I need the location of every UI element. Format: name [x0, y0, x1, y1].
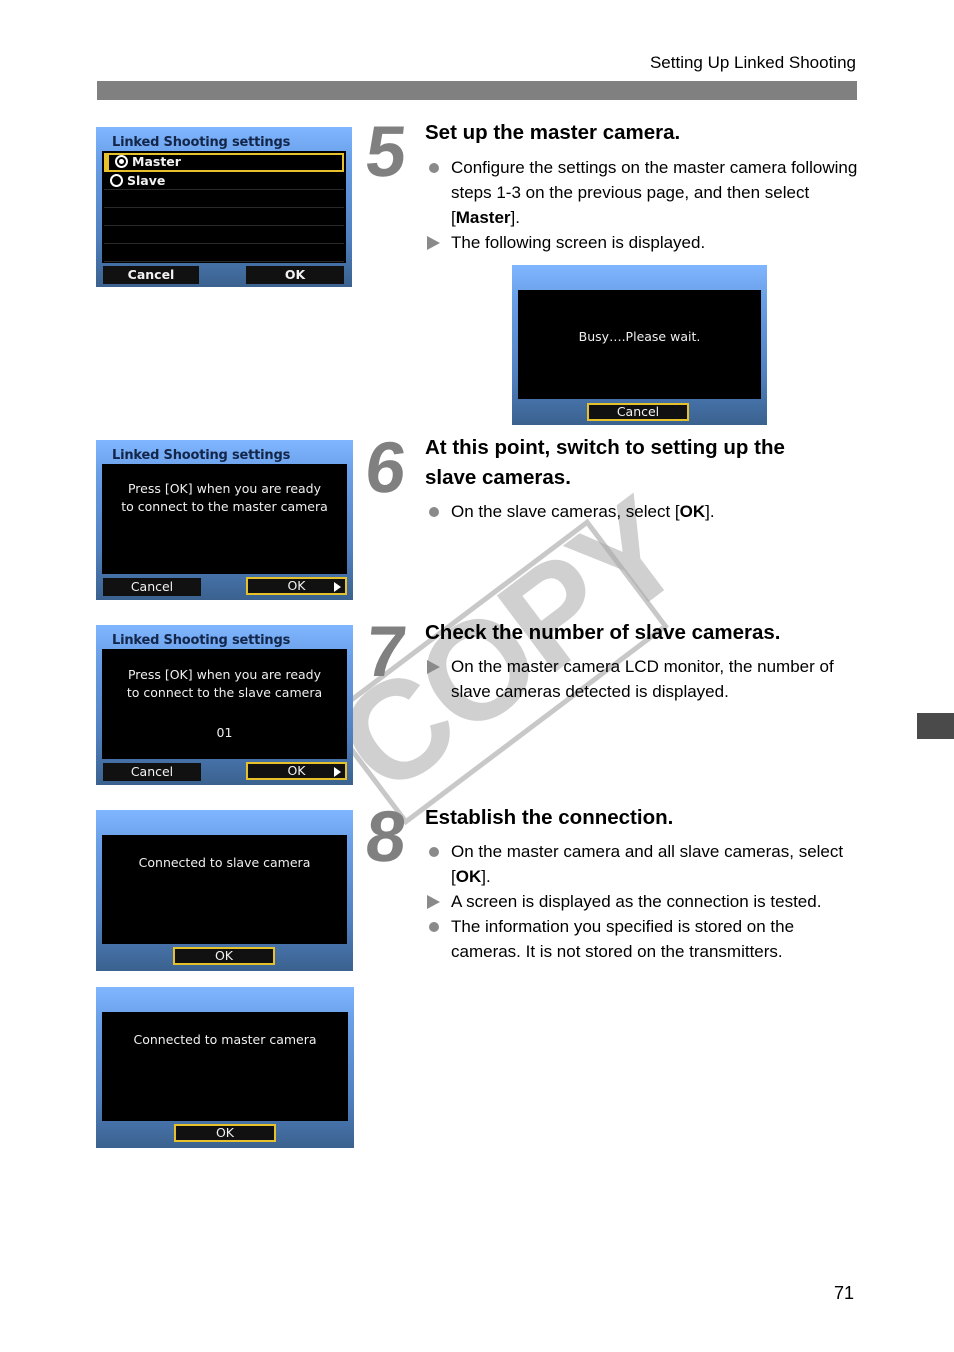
screen-connected-master: Connected to master camera OK [96, 987, 354, 1148]
screen-title: Linked Shooting settings [112, 135, 291, 150]
page-number: 71 [834, 1283, 855, 1303]
message-line-2: to connect to the master camera [121, 499, 328, 514]
bullet-icon [429, 922, 439, 932]
bullet-icon [429, 507, 439, 517]
option-label: Master [132, 154, 181, 169]
result-arrow-icon [427, 895, 440, 909]
ok-label: OK [287, 763, 306, 778]
cancel-button[interactable]: Cancel [103, 266, 199, 284]
step-title: At this point, switch to setting up the … [425, 436, 785, 489]
message-panel: Connected to master camera [102, 1012, 348, 1121]
message-panel: Press [OK] when you are ready to connect… [102, 464, 347, 574]
empty-row [104, 226, 344, 244]
step-result: The following screen is displayed. [427, 230, 861, 255]
message-panel: Busy….Please wait. [518, 290, 761, 399]
ok-label: OK [287, 578, 306, 593]
screen-title: Linked Shooting settings [112, 448, 291, 463]
cancel-button[interactable]: Cancel [103, 763, 201, 781]
screen-ready-slave: Linked Shooting settings Press [OK] when… [96, 625, 353, 785]
message-line-1: Press [OK] when you are ready [127, 667, 322, 682]
screen-connected-slave: Connected to slave camera OK [96, 810, 353, 971]
empty-row [104, 208, 344, 226]
ok-button[interactable]: OK [174, 1124, 276, 1142]
step-title: Check the number of slave cameras. [425, 621, 781, 644]
step-number-5: 5 [361, 112, 408, 192]
header-bar [97, 81, 857, 100]
step-title: Establish the connection. [425, 806, 674, 829]
message-panel: Connected to slave camera [102, 835, 347, 944]
step-result: On the master camera LCD monitor, the nu… [427, 654, 861, 704]
screen-busy: Busy….Please wait. Cancel [512, 265, 767, 425]
option-slave[interactable]: Slave [104, 172, 344, 190]
message-line-1: Press [OK] when you are ready [127, 481, 322, 496]
step-number-8: 8 [361, 797, 408, 877]
arrow-right-icon [334, 582, 341, 592]
screen-linked-settings: Linked Shooting settings Master Slave Ca… [96, 127, 352, 287]
ok-button[interactable]: OK [246, 577, 347, 595]
slave-count: 01 [216, 725, 233, 740]
cancel-button[interactable]: Cancel [587, 403, 689, 421]
empty-row [104, 244, 344, 262]
step-bullet: On the slave cameras, select [OK]. [429, 499, 861, 524]
arrow-right-icon [334, 767, 341, 777]
empty-row [104, 190, 344, 208]
step-number-7: 7 [361, 612, 408, 692]
option-list: Master Slave [102, 151, 346, 263]
step-bullet: The information you specified is stored … [429, 914, 861, 964]
option-label: Slave [127, 173, 166, 188]
step-bullet: Configure the settings on the master cam… [429, 155, 861, 230]
connected-message: Connected to master camera [133, 1032, 317, 1047]
ok-button[interactable]: OK [246, 762, 347, 780]
result-arrow-icon [427, 236, 440, 250]
screen-title: Linked Shooting settings [112, 633, 291, 648]
radio-unselected-icon [110, 174, 123, 187]
message-line-2: to connect to the slave camera [126, 685, 323, 700]
radio-selected-icon [115, 155, 128, 168]
running-head: Setting Up Linked Shooting [649, 53, 856, 72]
cancel-button[interactable]: Cancel [103, 578, 201, 596]
bullet-icon [429, 847, 439, 857]
screen-ready-master: Linked Shooting settings Press [OK] when… [96, 440, 353, 600]
ok-button[interactable]: OK [173, 947, 275, 965]
busy-message: Busy….Please wait. [578, 329, 701, 344]
step-number-6: 6 [361, 428, 408, 508]
step-result: A screen is displayed as the connection … [427, 889, 861, 914]
ok-button[interactable]: OK [246, 266, 344, 284]
chapter-tab [917, 713, 954, 739]
step-bullet: On the master camera and all slave camer… [429, 839, 861, 889]
connected-message: Connected to slave camera [138, 855, 311, 870]
message-panel: Press [OK] when you are ready to connect… [102, 649, 347, 759]
step-title: Set up the master camera. [425, 121, 681, 144]
bullet-icon [429, 163, 439, 173]
result-arrow-icon [427, 660, 440, 674]
option-master[interactable]: Master [104, 153, 344, 172]
